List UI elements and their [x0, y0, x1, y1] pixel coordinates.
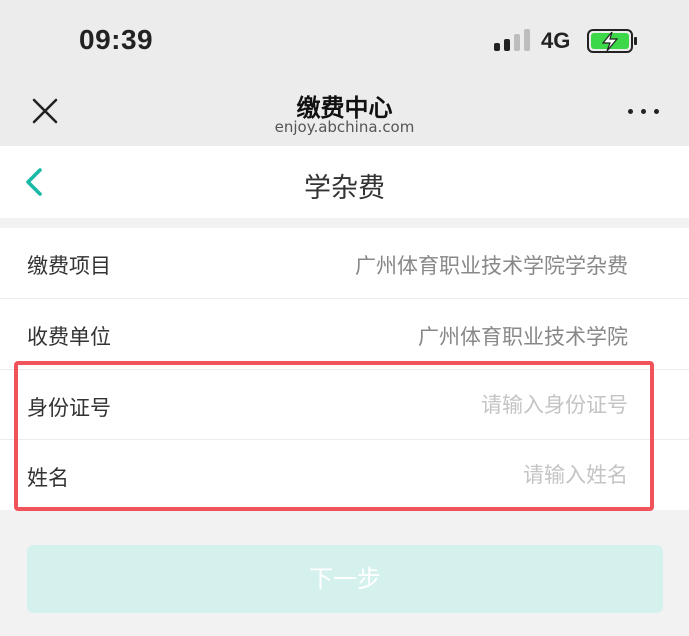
- status-bar: 09:39 4G: [0, 0, 689, 80]
- next-button[interactable]: 下一步: [27, 545, 663, 613]
- more-icon[interactable]: [622, 100, 666, 124]
- name-label: 姓名: [27, 466, 69, 490]
- form-row-payee: 收费单位 广州体育职业技术学院: [0, 299, 689, 369]
- status-time: 09:39: [79, 24, 154, 55]
- page-title: 学杂费: [304, 173, 385, 204]
- network-type: 4G: [541, 28, 571, 53]
- payment-form: 缴费项目 广州体育职业技术学院学杂费 收费单位 广州体育职业技术学院 身份证号 …: [0, 228, 689, 510]
- form-row-id-number: 身份证号: [0, 370, 689, 440]
- payee-label: 收费单位: [27, 325, 111, 349]
- signal-icon: [494, 29, 534, 51]
- payment-item-value: 广州体育职业技术学院学杂费: [355, 254, 628, 278]
- page-header: 学杂费: [0, 146, 689, 218]
- form-row-name: 姓名: [0, 440, 689, 510]
- browser-nav-bar: 缴费中心 enjoy.abchina.com: [0, 80, 689, 146]
- id-number-input[interactable]: [328, 388, 628, 422]
- payment-item-label: 缴费项目: [27, 254, 111, 278]
- payee-value: 广州体育职业技术学院: [418, 325, 628, 349]
- form-row-payment-item: 缴费项目 广州体育职业技术学院学杂费: [0, 228, 689, 298]
- name-input[interactable]: [328, 458, 628, 492]
- nav-url: enjoy.abchina.com: [274, 118, 415, 136]
- id-number-label: 身份证号: [27, 396, 111, 420]
- battery-charging-icon: [587, 29, 637, 53]
